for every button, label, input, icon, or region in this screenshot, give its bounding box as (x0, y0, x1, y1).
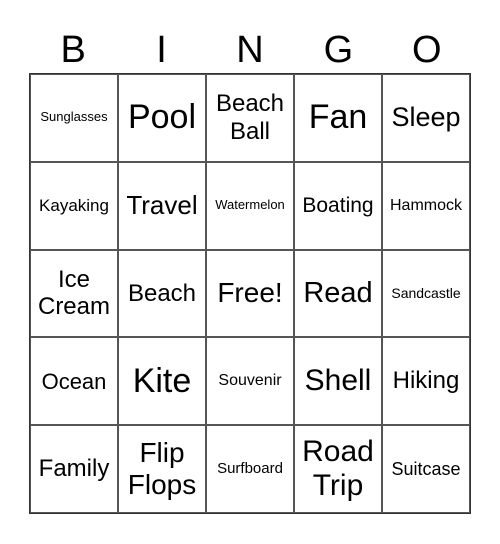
bingo-cell[interactable]: Hiking (382, 337, 470, 426)
bingo-header: B I N G O (29, 28, 471, 73)
bingo-grid: Sunglasses Pool Beach Ball Fan Sleep Kayaking… (29, 73, 471, 514)
bingo-cell[interactable]: Sandcastle (382, 249, 470, 338)
header-letter-b: B (60, 29, 86, 71)
bingo-cell[interactable]: Flip Flops (118, 425, 206, 513)
bingo-cell[interactable]: Kayaking (30, 161, 118, 250)
bingo-cell[interactable]: Suitcase (382, 425, 470, 513)
bingo-cell[interactable]: Sunglasses (30, 74, 118, 162)
bingo-cell[interactable]: Road Trip (294, 425, 382, 513)
bingo-cell[interactable]: Ocean (30, 337, 118, 426)
bingo-cell[interactable]: Beach Ball (206, 74, 294, 162)
bingo-cell[interactable]: Souvenir (206, 337, 294, 426)
header-letter-g: G (323, 29, 354, 71)
free-space-cell[interactable]: Free! (206, 249, 294, 338)
bingo-cell[interactable]: Beach (118, 249, 206, 338)
bingo-cell[interactable]: Pool (118, 74, 206, 162)
bingo-cell[interactable]: Shell (294, 337, 382, 426)
bingo-cell[interactable]: Surfboard (206, 425, 294, 513)
bingo-cell[interactable]: Hammock (382, 161, 470, 250)
bingo-cell[interactable]: Travel (118, 161, 206, 250)
header-letter-o: O (411, 29, 442, 71)
bingo-cell[interactable]: Kite (118, 337, 206, 426)
bingo-cell[interactable]: Ice Cream (30, 249, 118, 338)
bingo-cell[interactable]: Boating (294, 161, 382, 250)
header-letter-i: I (156, 29, 167, 71)
bingo-cell[interactable]: Family (30, 425, 118, 513)
bingo-cell[interactable]: Read (294, 249, 382, 338)
bingo-cell[interactable]: Fan (294, 74, 382, 162)
bingo-cell[interactable]: Sleep (382, 74, 470, 162)
bingo-cell[interactable]: Watermelon (206, 161, 294, 250)
header-letter-n: N (236, 29, 264, 71)
